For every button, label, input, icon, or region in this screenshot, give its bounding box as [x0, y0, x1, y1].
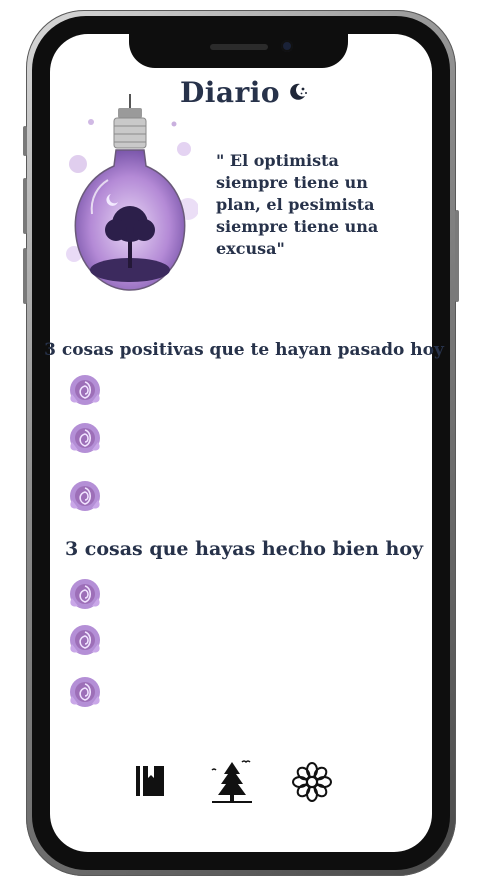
volume-down-button: [23, 248, 27, 304]
done-well-entry-2-text[interactable]: [112, 640, 412, 641]
mute-switch: [23, 126, 27, 156]
power-button: [455, 210, 459, 302]
done-well-entry-2[interactable]: [66, 622, 106, 658]
rose-bullet-icon: [66, 375, 104, 412]
done-well-entry-3[interactable]: [66, 674, 106, 710]
rose-bullet-icon: [66, 625, 104, 662]
rose-bullet-icon: [66, 423, 104, 460]
journal-icon: [126, 766, 174, 810]
nav-journal-button[interactable]: [126, 758, 174, 806]
bottom-nav: [126, 758, 366, 808]
done-well-entry-3-text[interactable]: [112, 692, 412, 693]
speaker-grille: [210, 44, 268, 50]
positive-entry-2[interactable]: [66, 420, 106, 456]
section-title-positive-things: 3 cosas positivas que te hayan pasado ho…: [44, 340, 444, 360]
positive-entry-2-text[interactable]: [112, 438, 412, 439]
positive-entry-3[interactable]: [66, 478, 106, 514]
nav-flower-button[interactable]: [288, 758, 336, 806]
done-well-entry-1-text[interactable]: [112, 594, 412, 595]
rose-bullet-icon: [66, 579, 104, 616]
positive-entry-3-text[interactable]: [112, 496, 412, 497]
moon-stars-icon: [286, 80, 308, 109]
positive-entry-1[interactable]: [66, 372, 106, 408]
done-well-entry-1[interactable]: [66, 576, 106, 612]
rose-bullet-icon: [66, 677, 104, 714]
flower-icon: [288, 762, 336, 810]
volume-up-button: [23, 178, 27, 234]
section-title-things-done-well: 3 cosas que hayas hecho bien hoy: [64, 538, 424, 560]
front-camera: [281, 40, 293, 52]
tree-landscape-icon: [208, 760, 256, 810]
positive-entry-1-text[interactable]: [112, 390, 412, 391]
lightbulb-illustration: [66, 94, 199, 322]
rose-bullet-icon: [66, 481, 104, 518]
nav-nature-button[interactable]: [208, 758, 256, 806]
quote-text: " El optimista siempre tiene un plan, el…: [216, 151, 379, 258]
